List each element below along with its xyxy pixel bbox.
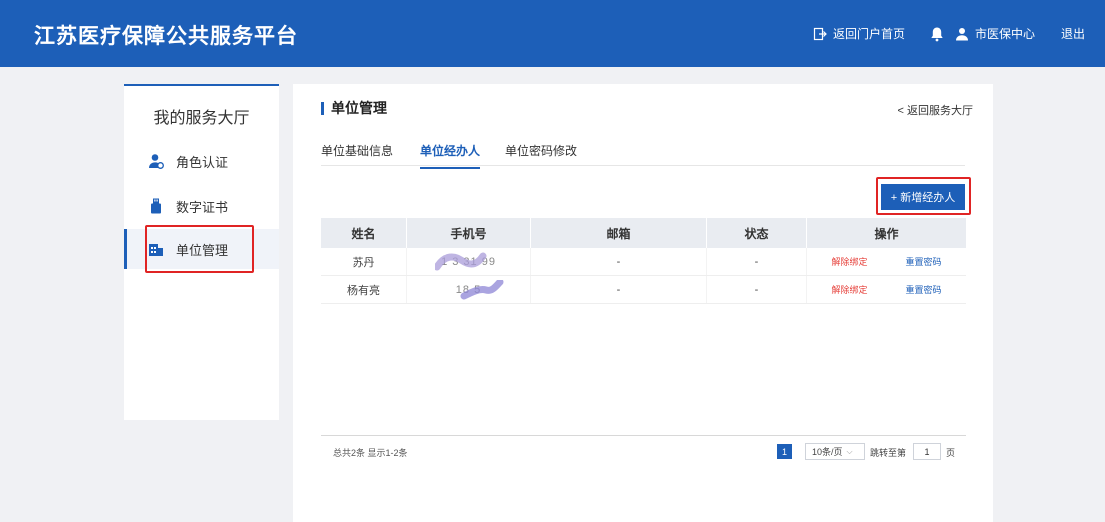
column-header-email: 邮箱	[531, 218, 707, 248]
cell-email: -	[531, 276, 707, 303]
sidebar-item-label: 数字证书	[176, 199, 229, 215]
tab-unit-operators[interactable]: 单位经办人	[420, 142, 481, 169]
user-icon	[955, 27, 969, 41]
sidebar-item-label: 单位管理	[176, 242, 229, 258]
jump-to-label: 跳转至第	[870, 448, 907, 458]
unbind-link[interactable]: 解除绑定	[831, 255, 867, 268]
column-header-phone: 手机号	[407, 218, 531, 248]
cell-email: -	[531, 248, 707, 275]
sidebar-item-role-auth[interactable]: 角色认证	[124, 141, 279, 181]
redaction-smear	[435, 252, 487, 270]
back-to-service-hall-link[interactable]: < 返回服务大厅	[898, 102, 973, 118]
cell-phone: 1 3 31 99	[407, 248, 531, 275]
unbind-link[interactable]: 解除绑定	[831, 283, 867, 296]
add-operator-button[interactable]: + 新增经办人	[881, 184, 965, 210]
redacted-phone: 18 5	[456, 279, 504, 299]
main-panel: 单位管理 < 返回服务大厅 单位基础信息 单位经办人 单位密码修改 + 新增经办…	[293, 84, 993, 522]
bell-icon[interactable]	[929, 26, 945, 42]
operators-table: 姓名 手机号 邮箱 状态 操作 苏丹 1 3 31 99 - - 解除绑定 重置…	[321, 218, 966, 304]
app-title: 江苏医疗保障公共服务平台	[34, 25, 298, 48]
column-header-status: 状态	[707, 218, 807, 248]
portal-home-link[interactable]: 返回门户首页	[813, 25, 905, 42]
cell-phone: 18 5	[407, 276, 531, 303]
page-size-value: 10条/页	[812, 447, 843, 457]
total-count: 总共2条 显示1-2条	[333, 448, 408, 458]
tab-unit-basic-info[interactable]: 单位基础信息	[321, 142, 393, 167]
tab-unit-password[interactable]: 单位密码修改	[505, 142, 577, 167]
usb-key-icon	[148, 198, 164, 214]
column-header-name: 姓名	[321, 218, 407, 248]
user-badge-icon	[148, 153, 164, 169]
logout-link[interactable]: 退出	[1061, 25, 1085, 42]
cell-status: -	[707, 276, 807, 303]
column-header-actions: 操作	[874, 226, 899, 241]
cell-name: 杨有亮	[321, 276, 407, 303]
top-actions: 返回门户首页 市医保中心 退出	[813, 0, 1105, 67]
table-footer-divider	[321, 435, 966, 436]
reset-password-link[interactable]: 重置密码	[906, 255, 942, 268]
page-size-select[interactable]: 10条/页 ⌵	[805, 443, 865, 460]
cell-actions: 解除绑定 重置密码	[807, 276, 966, 303]
user-menu[interactable]: 市医保中心	[955, 25, 1035, 42]
user-name: 市医保中心	[974, 27, 1035, 41]
exit-door-icon	[813, 27, 827, 41]
table-row: 杨有亮 18 5 - - 解除绑定 重置密码	[321, 276, 966, 304]
sidebar-item-label: 角色认证	[176, 154, 229, 170]
sidebar: 我的服务大厅 角色认证 数字证书 单位管理	[124, 84, 279, 420]
cell-status: -	[707, 248, 807, 275]
sidebar-item-unit-management[interactable]: 单位管理	[124, 229, 279, 269]
cell-name: 苏丹	[321, 248, 407, 275]
table-row: 苏丹 1 3 31 99 - - 解除绑定 重置密码	[321, 248, 966, 276]
page-title: 单位管理	[321, 101, 387, 115]
tab-bar: 单位基础信息 单位经办人 单位密码修改	[321, 130, 965, 169]
table-header: 姓名 手机号 邮箱 状态 操作	[321, 218, 966, 248]
page-number-current[interactable]: 1	[777, 444, 792, 459]
cell-actions: 解除绑定 重置密码	[807, 248, 966, 275]
top-bar: 江苏医疗保障公共服务平台 返回门户首页 市医保中心 退出	[0, 0, 1105, 67]
chevron-down-icon: ⌵	[846, 446, 853, 456]
page-unit-label: 页	[946, 448, 956, 458]
sidebar-item-digital-cert[interactable]: 数字证书	[124, 186, 279, 226]
portal-home-label: 返回门户首页	[832, 27, 905, 41]
jump-page-input[interactable]	[913, 443, 941, 460]
building-icon	[148, 241, 164, 257]
redacted-phone: 1 3 31 99	[435, 252, 496, 270]
reset-password-link[interactable]: 重置密码	[906, 283, 942, 296]
sidebar-title: 我的服务大厅	[153, 110, 250, 127]
redaction-smear	[460, 279, 504, 299]
